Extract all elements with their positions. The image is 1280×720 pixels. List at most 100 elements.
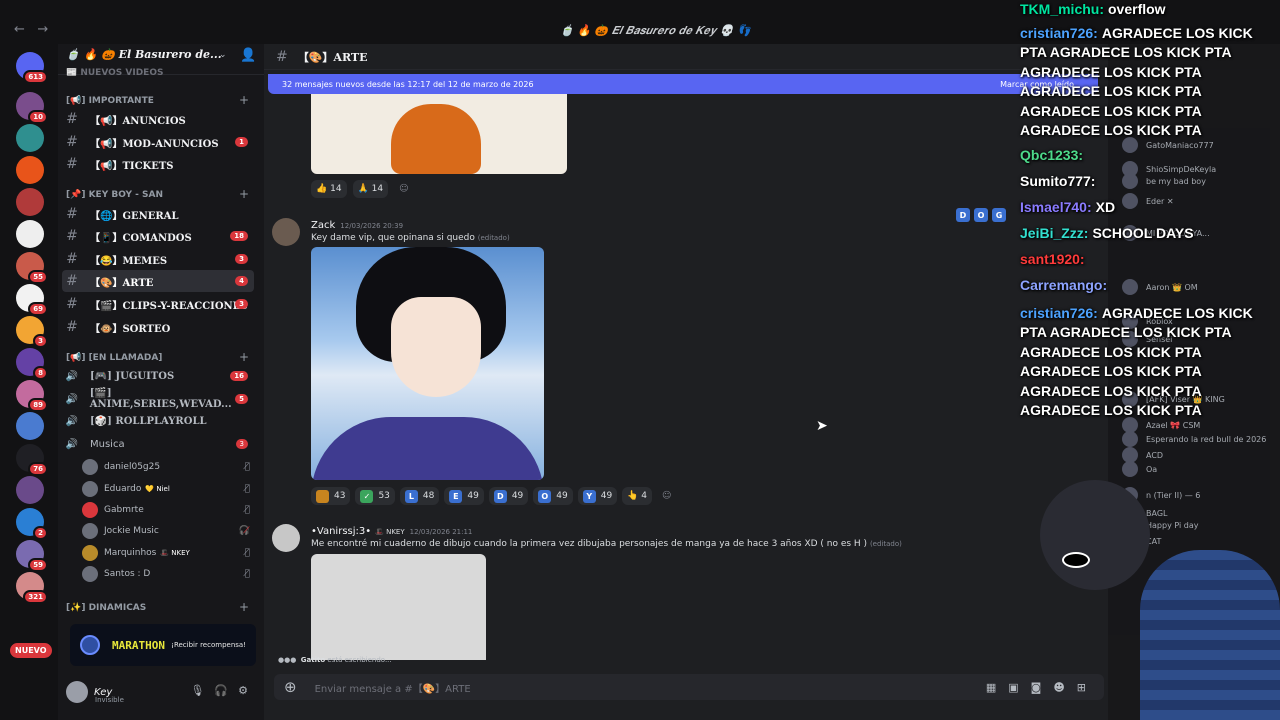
server-icon[interactable]: 2 bbox=[16, 508, 48, 540]
channel-mod-anuncios[interactable]: # 【📢】MOD-ANUNCIOS 1 bbox=[62, 131, 254, 153]
add-channel-icon[interactable]: + bbox=[239, 187, 249, 201]
member-item[interactable]: Eder ✕ bbox=[1122, 192, 1174, 210]
server-icon[interactable]: 8 bbox=[16, 348, 48, 380]
message-composer[interactable]: ⊕ Enviar mensaje a #【🎨】ARTE ▦▣◙☻⊞ bbox=[274, 674, 1104, 700]
message-input[interactable]: Enviar mensaje a #【🎨】ARTE bbox=[315, 680, 471, 695]
reaction[interactable]: E 49 bbox=[444, 487, 484, 505]
reaction-count: 48 bbox=[422, 491, 435, 501]
reaction-letter[interactable]: O bbox=[974, 208, 988, 222]
channel-comandos[interactable]: # 【📱】COMANDOS 18 bbox=[62, 225, 254, 247]
voice-user[interactable]: Eduardo 💛 Niel 🎙̸ bbox=[82, 479, 254, 499]
chevron-down-icon[interactable]: ⌄ bbox=[219, 50, 227, 60]
reaction-letter[interactable]: G bbox=[992, 208, 1006, 222]
add-channel-icon[interactable]: + bbox=[239, 93, 249, 107]
headphones-icon[interactable]: 🎧 bbox=[214, 684, 238, 697]
reaction[interactable]: ✓ 53 bbox=[355, 487, 395, 505]
reaction[interactable]: L 48 bbox=[399, 487, 440, 505]
server-icon[interactable] bbox=[16, 188, 44, 216]
server-icon[interactable] bbox=[16, 124, 44, 152]
server-icon[interactable]: 89 bbox=[16, 380, 48, 412]
channel-tickets[interactable]: # 【📢】TICKETS bbox=[62, 153, 254, 175]
attach-plus-icon[interactable]: ⊕ bbox=[284, 678, 297, 696]
claim-reward-link[interactable]: ¡Recibir recompensa! bbox=[171, 641, 246, 649]
reaction[interactable]: 👍 14 bbox=[311, 180, 347, 198]
server-icon[interactable]: 76 bbox=[16, 444, 48, 476]
attachment-image[interactable] bbox=[311, 94, 567, 174]
reaction-letter[interactable]: D bbox=[956, 208, 970, 222]
attachment-image[interactable] bbox=[311, 247, 544, 480]
server-icon[interactable]: 69 bbox=[16, 284, 48, 316]
server-icon[interactable]: 3 bbox=[16, 316, 48, 348]
new-messages-bar[interactable]: 32 mensajes nuevos desde las 12:17 del 1… bbox=[268, 74, 1098, 94]
forward-arrow-icon[interactable]: → bbox=[37, 22, 48, 37]
member-item[interactable]: Sensei bbox=[1122, 330, 1172, 348]
message-author[interactable]: •Vanirssj:3• 🎩 NKEY 12/03/2026 21:11 bbox=[311, 526, 472, 537]
member-item[interactable]: GatoManiaco777 bbox=[1122, 136, 1214, 154]
server-icon[interactable]: 10 bbox=[16, 92, 48, 124]
category-keyboy[interactable]: [📌] KEY BOY - SAN + bbox=[66, 187, 249, 201]
member-item[interactable]: be my bad boy bbox=[1122, 172, 1206, 190]
home-icon[interactable]: 613 bbox=[16, 52, 48, 84]
avatar[interactable] bbox=[272, 524, 300, 552]
add-channel-icon[interactable]: + bbox=[239, 350, 249, 364]
reaction[interactable]: 👆 4 bbox=[622, 487, 652, 505]
member-item[interactable]: MI POLOLO YA... bbox=[1122, 224, 1210, 242]
voice-user[interactable]: Marquinhos 🎩 NKEY 🎙̸ bbox=[82, 543, 254, 563]
reaction[interactable]: Y 49 bbox=[577, 487, 618, 505]
gif-icon[interactable]: ▣ bbox=[1008, 681, 1030, 694]
voice-channel-musica[interactable]: 🔊 Musica 3 bbox=[62, 433, 254, 455]
member-item[interactable]: Aaron 👑 OM bbox=[1122, 278, 1198, 296]
channel-arte[interactable]: # 【🎨】ARTE 4 bbox=[62, 270, 254, 292]
message-author[interactable]: Zack 12/03/2026 20:39 bbox=[311, 220, 403, 231]
server-icon[interactable]: 321 bbox=[16, 572, 48, 604]
voice-channel-anime[interactable]: 🔊 [🎬] ANIME,SERIES,WEVAD... 5 bbox=[62, 388, 254, 410]
voice-channel-rollplay[interactable]: 🔊 [🎲] ROLLPLAYROLL bbox=[62, 410, 254, 432]
author-name[interactable]: •Vanirssj:3• bbox=[311, 526, 371, 537]
voice-channel-juguitos[interactable]: 🔊 [🎮] JUGUITOS 16 bbox=[62, 365, 254, 387]
server-icon[interactable]: 55 bbox=[16, 252, 48, 284]
nav-arrows[interactable]: ← → bbox=[14, 22, 48, 37]
reaction[interactable]: D 49 bbox=[488, 487, 529, 505]
gear-icon[interactable]: ⚙ bbox=[238, 684, 258, 697]
reaction[interactable]: O 49 bbox=[533, 487, 573, 505]
category-importante[interactable]: [📢] IMPORTANTE + bbox=[66, 93, 249, 107]
promo-banner[interactable]: MARATHON ¡Recibir recompensa! bbox=[70, 624, 256, 666]
avatar[interactable] bbox=[272, 218, 300, 246]
category-top[interactable]: 📰 NUEVOS VIDEOS bbox=[66, 68, 163, 78]
microphone-icon[interactable]: 🎙 bbox=[190, 684, 214, 697]
voice-user[interactable]: daniel05g25 🎙̸ bbox=[82, 457, 254, 477]
avatar bbox=[1122, 193, 1138, 209]
server-icon[interactable] bbox=[16, 220, 44, 248]
member-item[interactable]: Roblox bbox=[1122, 312, 1173, 330]
channel-memes[interactable]: # 【😂】MEMES 3 bbox=[62, 248, 254, 270]
channel-general[interactable]: # 【🌐】GENERAL bbox=[62, 203, 254, 225]
author-name[interactable]: Zack bbox=[311, 220, 335, 231]
timestamp: 12/03/2026 20:39 bbox=[340, 222, 404, 230]
channel-anuncios[interactable]: # 【📢】ANUNCIOS bbox=[62, 108, 254, 130]
reaction[interactable]: 43 bbox=[311, 487, 351, 505]
add-user-icon[interactable]: 👤 bbox=[240, 48, 256, 63]
new-badge[interactable]: NUEVO bbox=[10, 643, 52, 658]
voice-user[interactable]: Santos : D 🎙̸ bbox=[82, 564, 254, 584]
voice-user[interactable]: Gabmrte 🎙̸ bbox=[82, 500, 254, 520]
server-icon[interactable]: 59 bbox=[16, 540, 48, 572]
add-reaction-icon[interactable]: ☺ bbox=[394, 180, 413, 198]
attachment-image[interactable] bbox=[311, 554, 486, 660]
gift-icon[interactable]: ▦ bbox=[986, 681, 1008, 694]
server-icon[interactable] bbox=[16, 156, 44, 184]
unread-badge: 4 bbox=[235, 276, 248, 286]
add-channel-icon[interactable]: + bbox=[239, 600, 249, 614]
category-dinamicas[interactable]: [✨] DINAMICAS + bbox=[66, 600, 249, 614]
back-arrow-icon[interactable]: ← bbox=[14, 22, 25, 37]
server-icon[interactable] bbox=[16, 476, 44, 504]
channel-clips[interactable]: # 【🎬】CLIPS-Y-REACCIONES 3 bbox=[62, 293, 254, 315]
add-reaction-icon[interactable]: ☺ bbox=[657, 487, 676, 505]
category-llamada[interactable]: [📢] [EN LLAMADA] + bbox=[66, 350, 249, 364]
member-item[interactable]: [AFK] Viser 👑 KING bbox=[1122, 390, 1225, 408]
reaction[interactable]: 🙏 14 bbox=[352, 180, 389, 198]
channel-sorteo[interactable]: # 【🐵】SORTEO bbox=[62, 316, 254, 338]
mark-read-button[interactable]: Marcar como leído bbox=[1000, 80, 1074, 89]
avatar[interactable] bbox=[66, 681, 88, 703]
server-icon[interactable] bbox=[16, 412, 44, 440]
voice-user[interactable]: Jockie Music 🎧̸ bbox=[82, 521, 254, 541]
